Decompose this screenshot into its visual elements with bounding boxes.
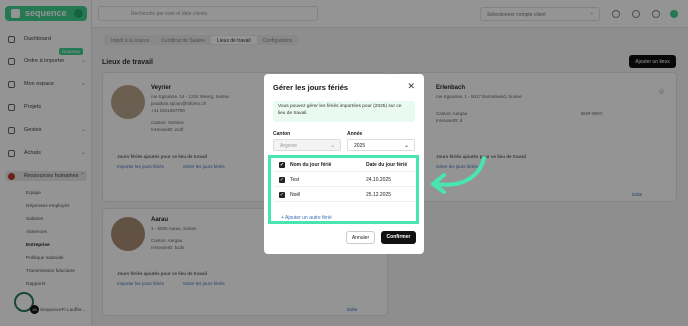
add-holiday-link[interactable]: + Ajouter un autre férié <box>281 215 332 221</box>
holiday-name: Test <box>290 177 300 183</box>
holiday-name: Noël <box>290 192 301 198</box>
table-row: ✓ Test 24.10.2025 <box>274 173 415 187</box>
close-icon[interactable]: ✕ <box>407 82 415 91</box>
canton-label: Canton <box>273 131 291 137</box>
row-checkbox[interactable]: ✓ <box>279 192 285 198</box>
table-header: ✓ Nom du jour férié Date du jour férié <box>274 158 415 172</box>
table-row: ✓ Noël 25.12.2025 <box>274 188 415 202</box>
year-select[interactable]: 2025 ⌄ <box>347 139 415 151</box>
info-box: Vous pouvez gérer les fériés importées p… <box>273 101 415 122</box>
holiday-date: 24.10.2025 <box>366 177 392 183</box>
canton-select[interactable]: Argovie ⌄ <box>273 139 341 151</box>
row-checkbox[interactable]: ✓ <box>279 177 285 183</box>
chevron-down-icon: ⌄ <box>403 143 409 149</box>
annotation-arrow-icon <box>431 156 486 194</box>
year-label: Année <box>347 131 363 137</box>
manage-holidays-modal: Gérer les jours fériés ✕ Vous pouvez gér… <box>264 74 424 254</box>
modal-title: Gérer les jours fériés <box>273 83 349 92</box>
column-header-name: Nom du jour férié <box>290 162 332 168</box>
holiday-date: 25.12.2025 <box>366 192 392 198</box>
column-header-date: Date du jour férié <box>366 162 408 168</box>
cancel-button[interactable]: Annuler <box>346 231 375 244</box>
holidays-table: ✓ Nom du jour férié Date du jour férié ✓… <box>268 155 419 224</box>
chevron-down-icon: ⌄ <box>329 143 335 149</box>
confirm-button[interactable]: Confirmer <box>381 231 416 244</box>
select-all-checkbox[interactable]: ✓ <box>279 162 285 168</box>
